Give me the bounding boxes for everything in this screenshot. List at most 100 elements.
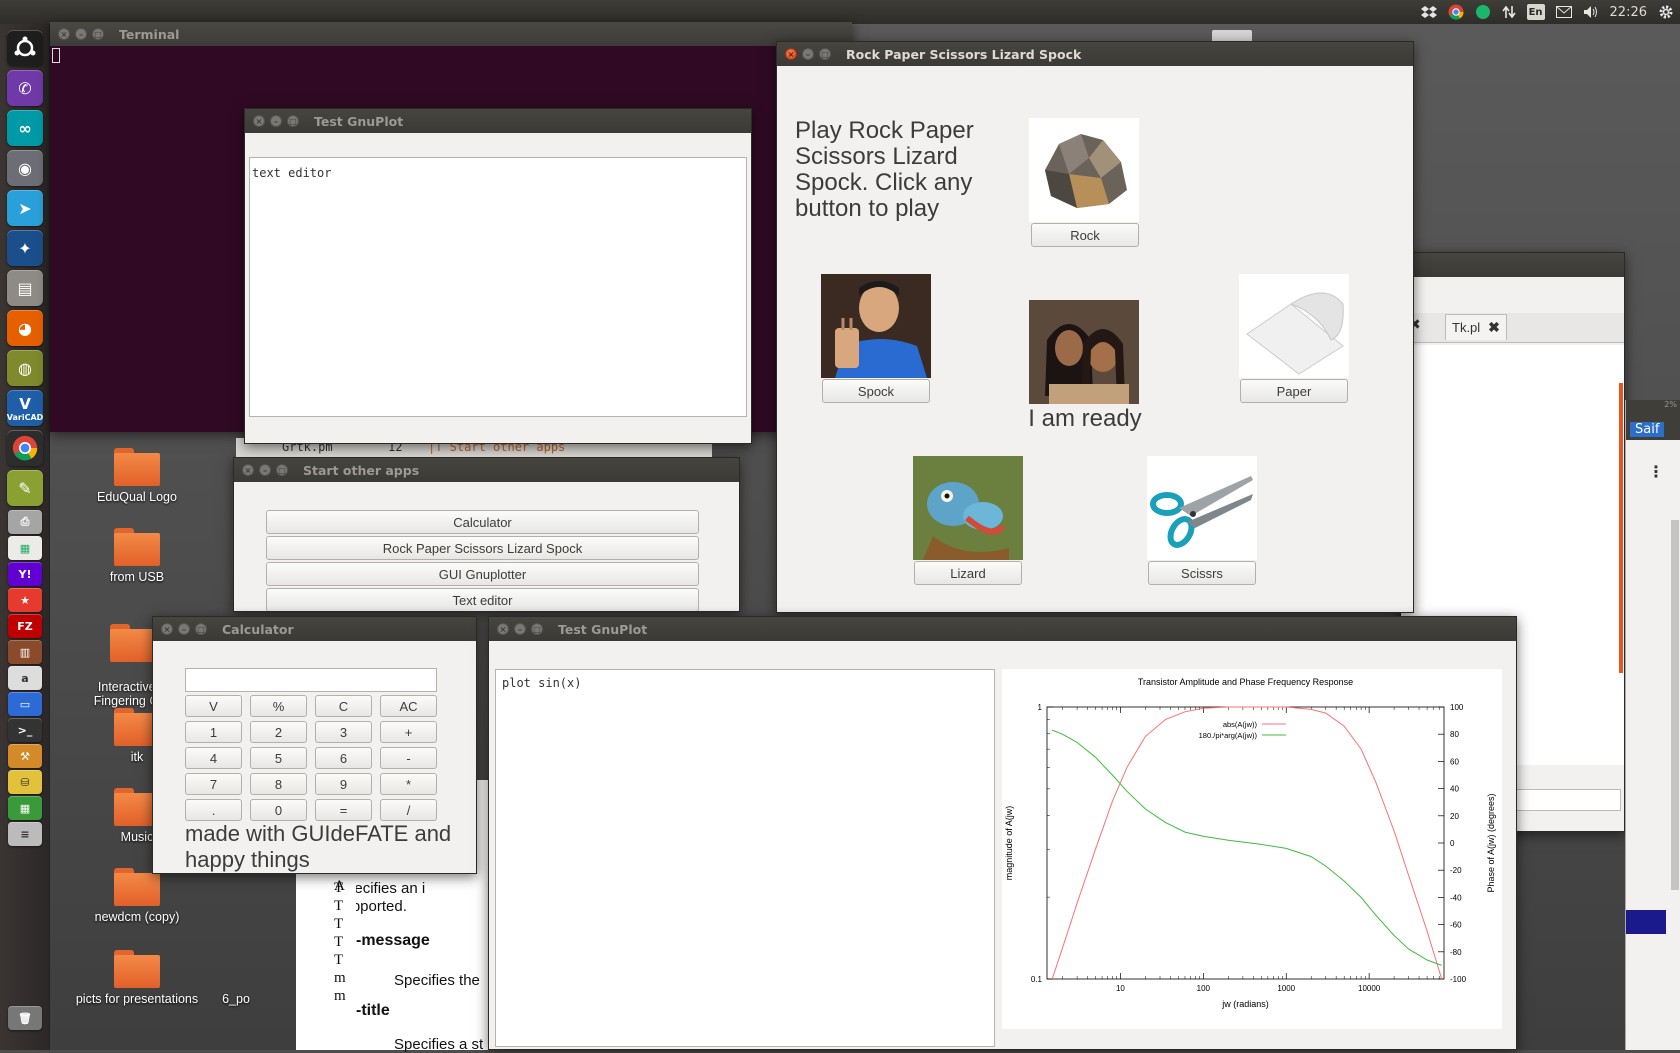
tab-close-icon[interactable]: ✖ xyxy=(1488,319,1500,336)
scissors-image[interactable] xyxy=(1147,456,1257,560)
user-label[interactable]: Saif xyxy=(1630,422,1665,437)
camera-app-icon[interactable]: ◉ xyxy=(7,150,43,186)
chrome-icon[interactable] xyxy=(1448,0,1464,24)
table-icon[interactable]: ▦ xyxy=(8,796,42,820)
scissors-button[interactable]: Scissrs xyxy=(1148,561,1256,585)
calc-key-3[interactable]: 3 xyxy=(315,721,372,743)
terminal-titlebar[interactable]: × – □ Terminal xyxy=(50,22,852,46)
calc-key-0[interactable]: 0 xyxy=(250,799,307,821)
calc-key-equals[interactable]: = xyxy=(315,799,372,821)
paper-button[interactable]: Paper xyxy=(1240,379,1348,403)
clock[interactable]: 22:26 xyxy=(1610,0,1647,24)
spock-image[interactable] xyxy=(821,274,931,378)
chrome-icon[interactable] xyxy=(7,430,43,466)
calc-key-percent[interactable]: % xyxy=(250,695,307,717)
maximize-icon[interactable]: □ xyxy=(195,623,207,635)
printer-icon[interactable]: ⎙ xyxy=(8,510,42,534)
calc-key-7[interactable]: 7 xyxy=(185,773,242,795)
close-icon[interactable]: × xyxy=(242,464,254,476)
network-arrows-icon[interactable] xyxy=(1501,0,1516,24)
maximize-icon[interactable]: □ xyxy=(276,464,288,476)
desktop-icon-eduqual-logo[interactable]: EduQual Logo xyxy=(62,448,212,504)
varicad-icon[interactable]: V VariCAD xyxy=(7,390,43,426)
calc-key-4[interactable]: 4 xyxy=(185,747,242,769)
start-apps-titlebar[interactable]: × – □ Start other apps xyxy=(234,458,739,482)
dropbox-icon[interactable] xyxy=(1420,0,1437,24)
calc-key-minus[interactable]: - xyxy=(380,747,437,769)
desktop-icon-from-usb[interactable]: from USB xyxy=(62,528,212,584)
database-icon[interactable]: ⛁ xyxy=(8,770,42,794)
text-editor-area[interactable]: text editor xyxy=(249,157,747,417)
gnuplot-command-editor[interactable]: plot sin(x) xyxy=(495,669,995,1047)
calc-key-6[interactable]: 6 xyxy=(315,747,372,769)
firefox-icon[interactable]: ◕ xyxy=(7,310,43,346)
minimize-icon[interactable]: – xyxy=(75,28,87,40)
telegram-icon[interactable]: ➤ xyxy=(7,190,43,226)
terminal-icon[interactable]: >_ xyxy=(8,718,42,742)
document-icon[interactable]: ▭ xyxy=(8,692,42,716)
tab-tk-pl[interactable]: Tk.pl ✖ xyxy=(1445,314,1507,340)
calc-key-1[interactable]: 1 xyxy=(185,721,242,743)
close-icon[interactable]: × xyxy=(785,48,797,60)
toolbox-icon[interactable]: ⚒ xyxy=(8,744,42,768)
text-editor-button[interactable]: Text editor xyxy=(266,588,699,611)
rock-button[interactable]: Rock xyxy=(1031,223,1139,247)
calc-key-plus[interactable]: + xyxy=(380,721,437,743)
minimize-icon[interactable]: – xyxy=(514,623,526,635)
calc-key-5[interactable]: 5 xyxy=(250,747,307,769)
dash-home-icon[interactable] xyxy=(7,30,43,66)
close-icon[interactable]: × xyxy=(497,623,509,635)
calc-key-clear[interactable]: C xyxy=(315,695,372,717)
minimize-icon[interactable]: – xyxy=(802,48,814,60)
calc-key-9[interactable]: 9 xyxy=(315,773,372,795)
yahoo-icon[interactable]: Y! xyxy=(8,562,42,586)
minimize-icon[interactable]: – xyxy=(178,623,190,635)
trash-icon[interactable]: 🗑 xyxy=(8,1006,42,1030)
calc-key-sqrt[interactable]: V xyxy=(185,695,242,717)
scrollbar[interactable] xyxy=(1671,520,1679,890)
maximize-icon[interactable]: □ xyxy=(92,28,104,40)
calculator-display[interactable] xyxy=(185,668,437,692)
file-manager-icon[interactable]: ▤ xyxy=(7,270,43,306)
desktop-icon-picts-for-presentations[interactable]: picts for presentations xyxy=(62,950,212,1006)
mail-icon[interactable] xyxy=(1555,0,1572,24)
maximize-icon[interactable]: □ xyxy=(287,115,299,127)
keyboard-layout-icon[interactable]: En xyxy=(1526,4,1545,20)
feather-app-icon[interactable]: ✎ xyxy=(7,470,43,506)
maximize-icon[interactable]: □ xyxy=(819,48,831,60)
libreoffice-icon[interactable]: ▦ xyxy=(8,536,42,560)
close-icon[interactable]: × xyxy=(58,28,70,40)
lizard-image[interactable] xyxy=(913,456,1023,560)
mesh-app-icon[interactable]: ✦ xyxy=(7,230,43,266)
status-dot-icon[interactable] xyxy=(1475,0,1491,24)
rpsls-titlebar[interactable]: × – □ Rock Paper Scissors Lizard Spock xyxy=(777,42,1413,66)
calc-key-divide[interactable]: / xyxy=(380,799,437,821)
gnuplot-titlebar[interactable]: × – □ Test GnuPlot xyxy=(489,617,1516,641)
calc-key-2[interactable]: 2 xyxy=(250,721,307,743)
rock-image[interactable] xyxy=(1029,118,1139,222)
more-vertical-icon[interactable]: ⋮ xyxy=(1648,462,1664,481)
stack-icon[interactable]: ≡ xyxy=(8,822,42,846)
maximize-icon[interactable]: □ xyxy=(531,623,543,635)
close-icon[interactable]: × xyxy=(161,623,173,635)
gear-icon[interactable] xyxy=(1658,0,1674,24)
paper-image[interactable] xyxy=(1239,274,1349,378)
arduino-icon[interactable]: ∞ xyxy=(7,110,43,146)
text-editor-titlebar[interactable]: × – □ Test GnuPlot xyxy=(245,109,751,133)
viber-icon[interactable]: ✆ xyxy=(7,70,43,106)
rpsls-button[interactable]: Rock Paper Scissors Lizard Spock xyxy=(266,536,699,560)
calc-key-all-clear[interactable]: AC xyxy=(380,695,437,717)
close-icon[interactable]: × xyxy=(253,115,265,127)
right-window-titlebar[interactable] xyxy=(1401,253,1624,277)
text-editor-icon[interactable]: a xyxy=(8,666,42,690)
gui-gnuplotter-button[interactable]: GUI Gnuplotter xyxy=(266,562,699,586)
desktop-icon-newdcm-copy[interactable]: newdcm (copy) xyxy=(62,868,212,924)
filezilla-icon[interactable]: FZ xyxy=(8,614,42,638)
volume-icon[interactable] xyxy=(1583,0,1599,24)
minimize-icon[interactable]: – xyxy=(259,464,271,476)
lizard-button[interactable]: Lizard xyxy=(914,561,1022,585)
calc-key-multiply[interactable]: * xyxy=(380,773,437,795)
far-right-titlebar[interactable]: 2% Saif xyxy=(1626,400,1680,440)
calc-key-decimal[interactable]: . xyxy=(185,799,242,821)
spock-button[interactable]: Spock xyxy=(822,379,930,403)
